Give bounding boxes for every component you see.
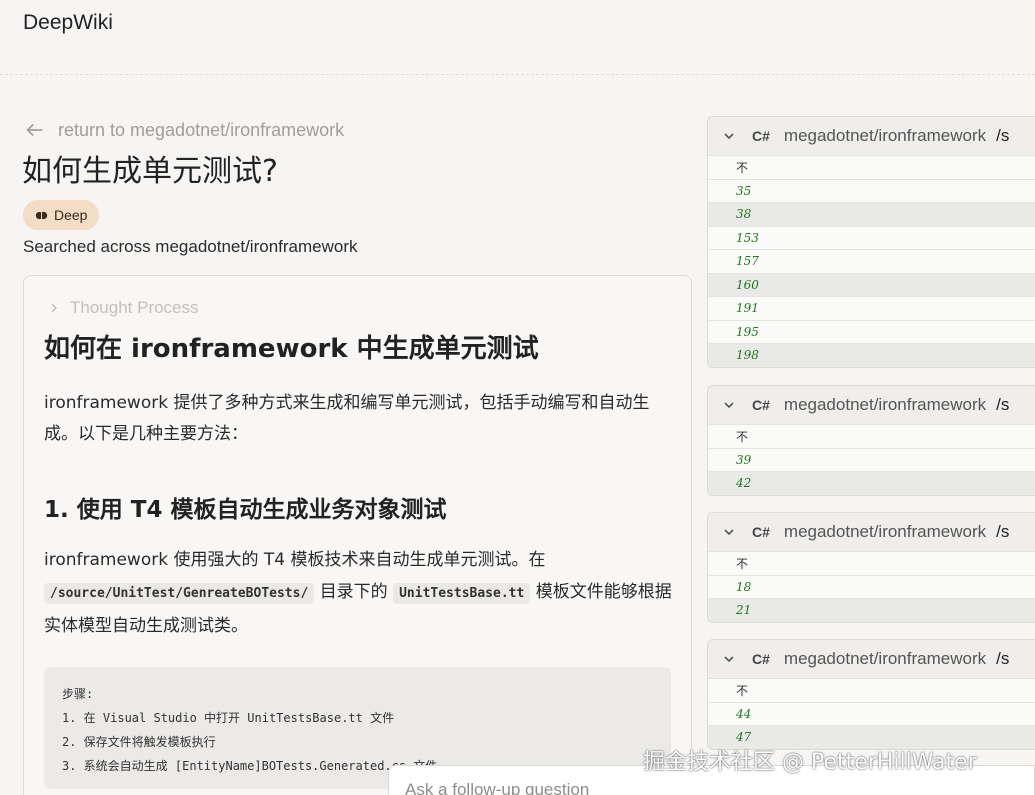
- section-text-b: 目录下的: [319, 582, 388, 602]
- code-row: 不: [708, 678, 1035, 702]
- source-repo: megadotnet/ironframework: [783, 126, 987, 145]
- source-panel-header[interactable]: C# megadotnet/ironframework /s: [708, 640, 1035, 678]
- answer-heading: 如何在 ironframework 中生成单元测试: [44, 334, 539, 364]
- line-number: 157: [708, 249, 1035, 273]
- source-path: /s: [996, 395, 1010, 414]
- csharp-icon: C#: [752, 397, 770, 413]
- source-panel-header[interactable]: C# megadotnet/ironframework /s: [708, 117, 1035, 155]
- line-number: 35: [708, 178, 1035, 203]
- source-panel-header[interactable]: C# megadotnet/ironframework /s: [708, 386, 1035, 424]
- line-number: 18: [708, 574, 1035, 599]
- badge-label: Deep: [54, 207, 88, 223]
- line-number: 153: [708, 225, 1035, 250]
- csharp-icon: C#: [752, 524, 770, 540]
- chevron-down-icon[interactable]: [722, 525, 736, 539]
- brain-icon: [35, 211, 48, 219]
- line-number: 191: [708, 296, 1035, 320]
- line-number: 198: [708, 343, 1035, 367]
- search-status: Searched across megadotnet/ironframework: [23, 237, 358, 256]
- answer-card: Thought Process 如何在 ironframework 中生成单元测…: [23, 275, 692, 795]
- thought-label: Thought Process: [70, 298, 199, 317]
- arrow-left-icon: [26, 123, 43, 137]
- thought-process-toggle[interactable]: Thought Process: [48, 298, 199, 318]
- watermark: 掘金技术社区 @ PetterHillWater: [643, 750, 977, 775]
- source-panel: C# megadotnet/ironframework /s 不 35 38 1…: [707, 116, 1035, 368]
- chevron-right-icon: [51, 303, 58, 313]
- mode-badge: Deep: [23, 200, 100, 230]
- csharp-icon: C#: [752, 651, 770, 667]
- line-number: 160: [708, 272, 1035, 296]
- code-row: 不: [708, 551, 1035, 575]
- inline-code-path: /source/UnitTest/GenreateBOTests/: [44, 583, 315, 604]
- chevron-down-icon[interactable]: [722, 652, 736, 666]
- source-repo: megadotnet/ironframework: [783, 522, 987, 541]
- source-panel-header[interactable]: C# megadotnet/ironframework /s: [708, 513, 1035, 551]
- line-number: 21: [708, 598, 1035, 622]
- source-path: /s: [996, 126, 1010, 145]
- line-number: 39: [708, 447, 1035, 472]
- line-number: 44: [708, 701, 1035, 726]
- source-path: /s: [996, 522, 1010, 541]
- source-panel: C# megadotnet/ironframework /s 不 18 21: [707, 512, 1035, 623]
- source-repo: megadotnet/ironframework: [783, 649, 987, 668]
- back-link-label: return to megadotnet/ironframework: [58, 119, 345, 140]
- code-row: 不: [708, 155, 1035, 179]
- chevron-down-icon[interactable]: [722, 398, 736, 412]
- page-title: 如何生成单元测试?: [22, 154, 278, 189]
- source-path: /s: [996, 649, 1010, 668]
- source-repo: megadotnet/ironframework: [783, 395, 987, 414]
- line-number: 38: [708, 202, 1035, 226]
- top-header: DeepWiki: [0, 0, 1035, 75]
- section-paragraph: ironframework 使用强大的 T4 模板技术来自动生成单元测试。在 /…: [44, 544, 674, 642]
- brand-logo[interactable]: DeepWiki: [23, 11, 113, 35]
- line-number: 42: [708, 471, 1035, 495]
- code-row: 不: [708, 424, 1035, 448]
- inline-code-file: UnitTestsBase.tt: [393, 583, 531, 604]
- csharp-icon: C#: [752, 128, 770, 144]
- code-line: 步骤:: [62, 687, 94, 701]
- source-panel: C# megadotnet/ironframework /s 不 39 42: [707, 385, 1035, 496]
- code-line: 2. 保存文件将触发模板执行: [62, 735, 216, 749]
- section-text-a: ironframework 使用强大的 T4 模板技术来自动生成单元测试。在: [44, 550, 546, 570]
- back-link[interactable]: return to megadotnet/ironframework: [24, 119, 344, 141]
- chevron-down-icon[interactable]: [722, 129, 736, 143]
- source-panel: C# megadotnet/ironframework /s 不 44 47: [707, 639, 1035, 750]
- section-heading: 1. 使用 T4 模板自动生成业务对象测试: [44, 497, 447, 523]
- code-line: 1. 在 Visual Studio 中打开 UnitTestsBase.tt …: [62, 711, 395, 725]
- answer-intro: ironframework 提供了多种方式来生成和编写单元测试，包括手动编写和自…: [44, 393, 650, 444]
- line-number: 195: [708, 319, 1035, 344]
